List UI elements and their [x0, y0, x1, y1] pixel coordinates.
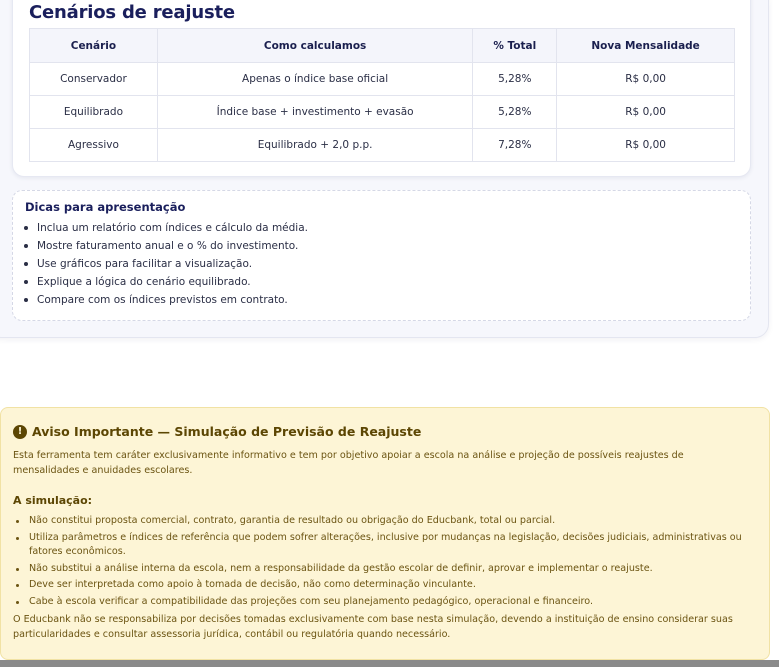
simulation-label: A simulação: — [13, 494, 93, 507]
notice-header: ! Aviso Importante — Simulação de Previs… — [13, 424, 421, 439]
scenario-total: 7,28% — [472, 128, 558, 162]
table-row: Equilibrado Índice base + investimento +… — [29, 95, 735, 129]
list-item: Compare com os índices previstos em cont… — [24, 291, 308, 309]
scenario-new-fee: R$ 0,00 — [556, 62, 735, 96]
column-header-new-fee: Nova Mensalidade — [556, 28, 735, 63]
scenario-new-fee: R$ 0,00 — [556, 128, 735, 162]
horizontal-scrollbar[interactable] — [0, 660, 779, 667]
tips-list: Inclua um relatório com índices e cálcul… — [24, 219, 308, 309]
exclamation-icon: ! — [13, 424, 27, 439]
list-item: Inclua um relatório com índices e cálcul… — [24, 219, 308, 237]
list-item: Use gráficos para facilitar a visualizaç… — [24, 255, 308, 273]
column-header-total: % Total — [472, 28, 558, 63]
column-header-scenario: Cenário — [29, 28, 158, 63]
important-notice: ! Aviso Importante — Simulação de Previs… — [0, 407, 770, 660]
scenario-total: 5,28% — [472, 95, 558, 129]
notice-footer: O Educbank não se responsabiliza por dec… — [13, 614, 733, 640]
list-item: Deve ser interpretada como apoio à tomad… — [16, 578, 753, 593]
table-header-row: Cenário Como calculamos % Total Nova Men… — [29, 28, 735, 63]
scenario-name: Agressivo — [29, 128, 158, 162]
scenarios-table: Cenário Como calculamos % Total Nova Men… — [29, 28, 735, 162]
list-item: Utiliza parâmetros e índices de referênc… — [16, 531, 753, 560]
notice-intro: Esta ferramenta tem caráter exclusivamen… — [13, 450, 684, 476]
notice-title: Aviso Importante — Simulação de Previsão… — [32, 424, 422, 439]
column-header-method: Como calculamos — [156, 28, 474, 63]
scenario-new-fee: R$ 0,00 — [556, 95, 735, 129]
table-row: Agressivo Equilibrado + 2,0 p.p. 7,28% R… — [29, 128, 735, 162]
tips-title: Dicas para apresentação — [25, 200, 186, 214]
scenario-method: Apenas o índice base oficial — [156, 62, 474, 96]
list-item: Mostre faturamento anual e o % do invest… — [24, 237, 308, 255]
scenario-name: Conservador — [29, 62, 158, 96]
scenarios-title: Cenários de reajuste — [29, 2, 235, 23]
scenario-method: Índice base + investimento + evasão — [156, 95, 474, 129]
list-item: Cabe à escola verificar a compatibilidad… — [16, 595, 753, 610]
list-item: Explique a lógica do cenário equilibrado… — [24, 273, 308, 291]
scenario-total: 5,28% — [472, 62, 558, 96]
tips-card: Dicas para apresentação Inclua um relató… — [12, 190, 751, 321]
scenario-method: Equilibrado + 2,0 p.p. — [156, 128, 474, 162]
table-row: Conservador Apenas o índice base oficial… — [29, 62, 735, 96]
list-item: Não constitui proposta comercial, contra… — [16, 514, 753, 529]
simulation-list: Não constitui proposta comercial, contra… — [16, 514, 753, 611]
scenario-name: Equilibrado — [29, 95, 158, 129]
list-item: Não substitui a análise interna da escol… — [16, 562, 753, 577]
